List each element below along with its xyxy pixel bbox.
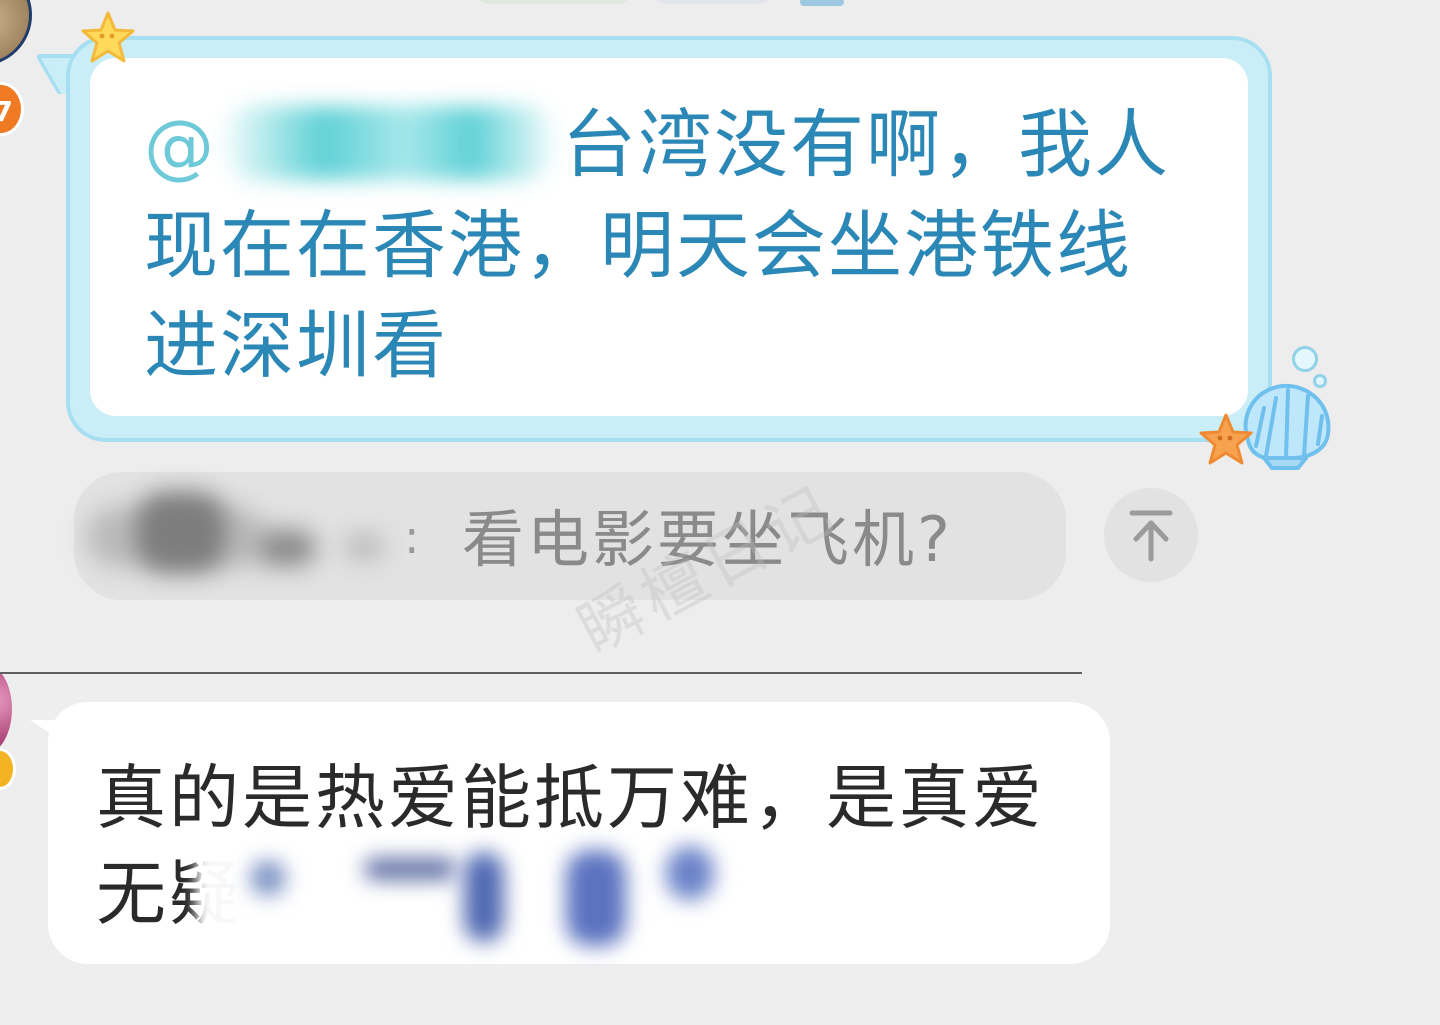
quote-separator: : <box>404 510 420 564</box>
level-badge <box>0 748 16 790</box>
avatar[interactable] <box>0 0 32 66</box>
level-badge: 7 <box>0 82 24 136</box>
starfish-icon <box>81 11 135 63</box>
decoration-icon <box>800 0 844 6</box>
message-text: @ 台湾没有啊，我人现在在香港，明天会坐港铁线进深圳看 <box>144 95 1184 396</box>
chat-section-top: 7 @台湾没有啊，我人现在在香港，明天会坐港铁线进深圳看 : 看电影要坐飞机? <box>0 0 1440 672</box>
bubble-icon <box>1292 346 1318 372</box>
avatar[interactable] <box>0 674 12 754</box>
reaction-pill[interactable] <box>478 0 630 4</box>
scroll-to-top-button[interactable] <box>1104 488 1198 582</box>
arrow-up-to-top-icon <box>1129 510 1173 562</box>
reaction-pill[interactable] <box>656 0 770 4</box>
redacted-text-blurred <box>196 830 836 952</box>
quoted-username-blurred <box>76 482 406 586</box>
starfish-icon <box>1199 413 1253 465</box>
mention-username-blurred[interactable] <box>224 106 554 180</box>
mention-at: @ <box>144 105 216 187</box>
